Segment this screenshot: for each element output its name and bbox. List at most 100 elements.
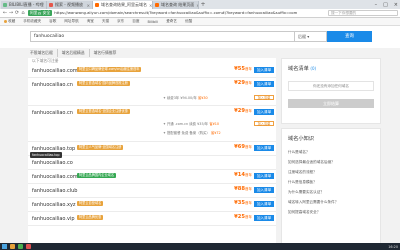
promo-tag: 阿里云首选域名·国内品牌首推注册 xyxy=(77,81,130,86)
domain-name: fanhuocailiao.vip xyxy=(32,216,75,222)
domain-name: fanhuocailiao.cn xyxy=(32,82,73,88)
add-to-list-button[interactable]: 加入清单 xyxy=(254,215,274,221)
add-to-list-button[interactable]: 加入清单 xyxy=(254,67,274,73)
bookmark-item[interactable]: 淘宝 xyxy=(87,19,94,24)
add-to-list-button[interactable]: 加入清单 xyxy=(254,109,274,115)
browser-tab[interactable]: BILIBILI直播 - 哔哩 × xyxy=(1,1,47,9)
close-window-icon[interactable]: × xyxy=(394,2,398,8)
tip-link[interactable]: 如何选择最合适的域名后缀？ xyxy=(288,157,376,167)
home-icon[interactable]: ⌂ xyxy=(20,10,26,16)
price-value: ¥69 xyxy=(234,144,245,150)
tip-link[interactable]: 什么是域名？ xyxy=(288,147,376,157)
price-unit: 首年 xyxy=(245,201,252,205)
price-value: ¥88 xyxy=(234,186,245,192)
filter-tab[interactable]: 不限域名后缀 xyxy=(30,49,58,57)
table-row: fanhuocailiao.club ¥88首年 加入清单 xyxy=(28,184,276,198)
domain-search-input[interactable]: fanhuocailiao xyxy=(30,31,295,42)
price-unit: 首年 xyxy=(245,145,252,149)
price-value: ¥29 xyxy=(234,80,245,86)
domain-search-bar: fanhuocailiao 后缀 ▾ 查询 xyxy=(0,26,400,48)
checkout-button[interactable]: 立即结算 xyxy=(288,99,374,108)
close-tab-icon[interactable]: × xyxy=(147,3,152,8)
add-to-list-button[interactable]: 加入清单 xyxy=(254,201,274,207)
price-unit: 首年 xyxy=(245,215,252,219)
bookmark-item[interactable]: 谷歌 xyxy=(49,19,56,24)
browser-tab-active[interactable]: 域名查询结果_阿里云域名 × xyxy=(93,1,153,9)
add-to-list-button[interactable]: 加入清单 xyxy=(254,187,274,193)
close-tab-icon[interactable]: × xyxy=(85,3,90,8)
tip-link[interactable]: 如何提高域名安全？ xyxy=(288,207,376,217)
browser-search-input[interactable]: 搜一下你想要的 xyxy=(328,10,398,16)
renewal-offer: ✦ 开通 .com.cn 续费 ¥35/年 省¥10 xyxy=(163,122,220,126)
price: ¥69首年 xyxy=(222,144,252,150)
tip-link[interactable]: 什么是信息模板？ xyxy=(288,177,376,187)
file-explorer-icon[interactable] xyxy=(10,244,15,249)
renewal-offer: ✦ 搭配套餐 免费 备案（购买） 省¥72 xyxy=(163,131,221,135)
bookmark-item[interactable]: 爱奇艺 xyxy=(166,19,177,24)
media-app-icon[interactable] xyxy=(26,244,31,249)
renewal-offer: ✦ 续费3年 ¥94.00/年 省¥30 xyxy=(163,96,208,100)
bookmark-item[interactable]: Bilibili xyxy=(147,20,158,24)
domain-name: fanhuocailiao.xyz xyxy=(32,202,76,208)
price: ¥29首年 xyxy=(222,80,252,86)
tab-favicon-icon xyxy=(49,3,53,7)
url-input[interactable]: https://wanwang.aliyun.com/domain/search… xyxy=(54,10,326,16)
table-row: fanhuocailiao.co xyxy=(28,156,276,170)
system-clock: 16:20 xyxy=(388,244,398,249)
bookmark-item[interactable]: 百度 xyxy=(132,19,139,24)
price-value: ¥55 xyxy=(234,66,245,72)
tip-link[interactable]: 注册域名的流程？ xyxy=(288,167,376,177)
price-value: ¥25 xyxy=(234,214,245,220)
maximize-icon[interactable]: □ xyxy=(383,2,388,8)
browser-tab-bar: BILIBILI直播 - 哔哩 × 搜索 - 视频播放 × 域名查询结果_阿里云… xyxy=(0,0,400,9)
add-to-list-button[interactable]: 加入清单 xyxy=(254,81,274,87)
browser-icon[interactable] xyxy=(18,244,23,249)
start-menu-icon[interactable] xyxy=(2,244,7,249)
add-offer-button[interactable]: 加入清单 xyxy=(254,95,274,100)
address-bar-row: ← → ⟳ ⌂ 阿里云 安全 https://wanwang.aliyun.co… xyxy=(0,9,400,18)
price: ¥55首年 xyxy=(222,66,252,72)
cart-title: 域名清单 (0) xyxy=(288,66,317,72)
price-unit: 首年 xyxy=(245,109,252,113)
table-row: fanhuocailiao.cn 阿里云首选域名·国内品牌首推注册 ¥29首年 … xyxy=(28,78,276,106)
domain-name: fanhuocailiao.com xyxy=(32,68,78,74)
tips-title: 域名小知识 xyxy=(288,136,314,142)
price-value: ¥35 xyxy=(234,200,245,206)
price: ¥88首年 xyxy=(222,186,252,192)
bookmark-item[interactable]: 收藏 xyxy=(4,19,15,24)
tips-panel: 域名小知识 什么是域名？ 如何选择最合适的域名后缀？ 注册域名的流程？ 什么是信… xyxy=(281,128,381,244)
right-sidebar: 域名清单 (0) 你还没有添加任何域名 立即结算 域名小知识 什么是域名？ 如何… xyxy=(281,58,381,244)
table-row: fanhuocailiao.cn 阿里云首选域名·全国企业注册优惠 ¥29首年 … xyxy=(28,106,276,142)
tip-link[interactable]: 域名转入阿里云需要什么条件？ xyxy=(288,197,376,207)
table-row: fanhuocailiao.com.cn 阿里云品牌国内企业域名 ¥14首年 加… xyxy=(28,170,276,184)
table-row: fanhuocailiao.xyz 阿里云自营域名 ¥35首年 加入清单 xyxy=(28,198,276,212)
bookmark-item[interactable]: 天猫 xyxy=(102,19,109,24)
secure-badge: 阿里云 安全 xyxy=(28,10,53,16)
bookmark-item[interactable]: 手机收藏夹 xyxy=(23,19,41,24)
add-to-list-button[interactable]: 加入清单 xyxy=(254,173,274,179)
add-to-list-button[interactable]: 加入清单 xyxy=(254,145,274,151)
bookmark-item[interactable]: 优酷 xyxy=(185,19,192,24)
add-offer-button[interactable]: 加入清单 xyxy=(254,121,274,126)
suffix-select[interactable]: 后缀 ▾ xyxy=(295,31,327,42)
cart-empty-message: 你还没有添加任何域名 xyxy=(288,81,374,91)
bookmark-item[interactable]: 京东 xyxy=(117,19,124,24)
price-unit: 首年 xyxy=(245,187,252,191)
window-controls: – □ × xyxy=(375,0,398,9)
new-tab-button[interactable]: + xyxy=(199,1,207,9)
browser-tab[interactable]: 域名查询 结果页面 × xyxy=(153,1,199,9)
os-taskbar: 16:20 xyxy=(0,243,400,250)
domain-name: fanhuocailiao.club xyxy=(32,188,78,194)
filter-tab[interactable]: 域名行情推荐 xyxy=(90,49,121,57)
price-value: ¥14 xyxy=(234,172,245,178)
bookmark-item[interactable]: 网址导航 xyxy=(64,19,78,24)
price: ¥29首年 xyxy=(222,108,252,114)
tip-link[interactable]: 为什么需要实名认证？ xyxy=(288,187,376,197)
table-row: fanhuocailiao.vip 阿里云品牌优惠 ¥25首年 加入清单 xyxy=(28,212,276,226)
filter-tab[interactable]: 域名后缀精选 xyxy=(58,49,90,57)
cart-count: (0) xyxy=(310,66,317,71)
query-button[interactable]: 查询 xyxy=(327,31,372,42)
promo-tag: 阿里云品牌优惠 xyxy=(77,215,104,220)
browser-tab[interactable]: 搜索 - 视频播放 × xyxy=(47,1,93,9)
minimize-icon[interactable]: – xyxy=(375,2,378,8)
